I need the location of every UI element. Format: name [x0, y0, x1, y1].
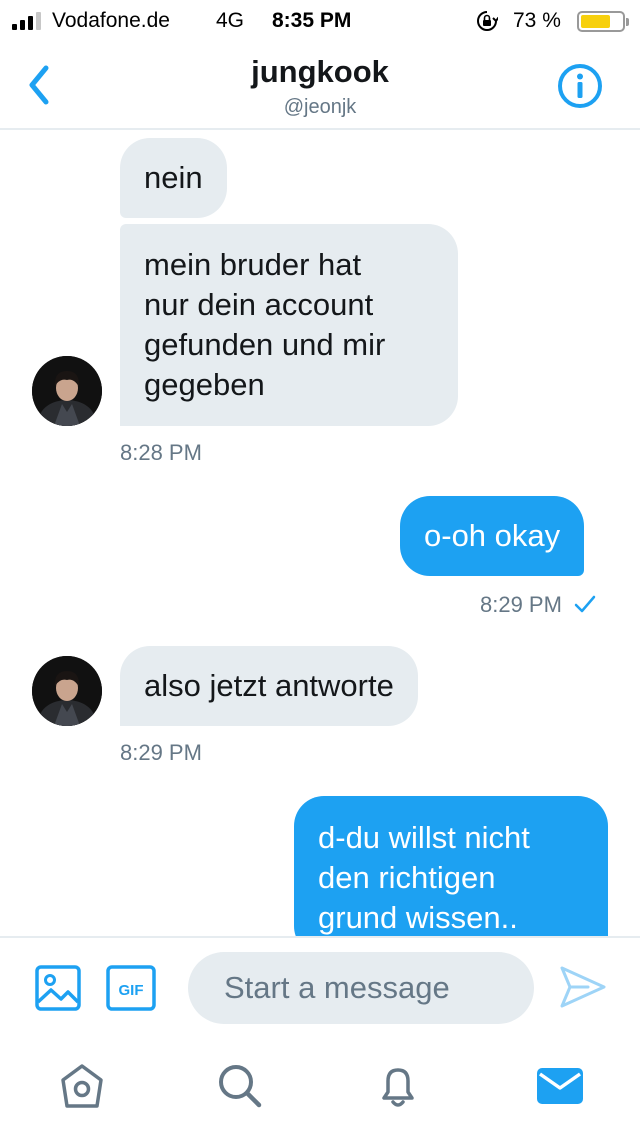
message-text-line: nur dein account	[144, 287, 374, 322]
battery-icon	[577, 11, 629, 32]
message-timestamp: 8:28 PM	[120, 440, 202, 465]
avatar[interactable]	[32, 656, 102, 726]
message-text: also jetzt antworte	[144, 668, 394, 703]
clock: 8:35 PM	[272, 9, 352, 32]
battery-percent: 73 %	[513, 9, 561, 32]
message-list[interactable]: nein mein bruder hat nur dein account ge…	[0, 132, 640, 936]
orientation-lock-icon	[477, 11, 498, 31]
tab-bar	[0, 1038, 640, 1136]
gif-icon[interactable]: GIF	[106, 964, 156, 1012]
network-type: 4G	[216, 9, 245, 32]
send-icon[interactable]	[558, 962, 608, 1012]
conversation-handle: @jeonjk	[283, 96, 357, 118]
conversation-header: jungkook @jeonjk	[0, 42, 640, 130]
notifications-bell-icon[interactable]	[372, 1060, 424, 1112]
conversation-name: jungkook	[251, 54, 389, 89]
message-bubble-received[interactable]: nein	[120, 138, 227, 218]
home-icon[interactable]	[56, 1060, 108, 1112]
message-text-line: den richtigen	[318, 860, 496, 895]
message-bubble-received[interactable]: also jetzt antworte	[120, 646, 418, 726]
avatar-image	[32, 356, 102, 426]
info-icon[interactable]	[556, 62, 604, 110]
message-input[interactable]	[188, 952, 534, 1024]
message-timestamp: 8:29 PM	[120, 740, 202, 765]
message-text-line: grund wissen..	[318, 900, 518, 935]
add-photo-icon[interactable]	[34, 964, 82, 1012]
status-bar: Vodafone.de 4G 8:35 PM 73 %	[0, 0, 640, 42]
message-text-line: mein bruder hat	[144, 247, 362, 282]
message-bubble-received[interactable]: mein bruder hat nur dein account gefunde…	[120, 224, 458, 426]
message-text-line: d-du willst nicht	[318, 820, 530, 855]
search-icon[interactable]	[214, 1060, 266, 1112]
avatar[interactable]	[32, 356, 102, 426]
message-bubble-sent[interactable]: d-du willst nicht den richtigen grund wi…	[294, 796, 608, 936]
message-text: o-oh okay	[424, 518, 561, 553]
messages-envelope-icon[interactable]	[534, 1060, 586, 1112]
gif-label: GIF	[119, 982, 144, 999]
seen-check-icon	[574, 595, 596, 613]
message-bubble-sent[interactable]: o-oh okay	[400, 496, 585, 576]
signal-strength-icon	[12, 12, 41, 30]
carrier-name: Vodafone.de	[52, 9, 170, 32]
message-text: nein	[144, 160, 203, 195]
message-text-line: gefunden und mir	[144, 327, 386, 362]
message-time: 8:29 PM	[480, 592, 562, 617]
message-timestamp: 8:29 PM	[480, 592, 596, 618]
compose-bar: GIF	[0, 936, 640, 1038]
avatar-image	[32, 656, 102, 726]
message-text-line: gegeben	[144, 367, 265, 402]
